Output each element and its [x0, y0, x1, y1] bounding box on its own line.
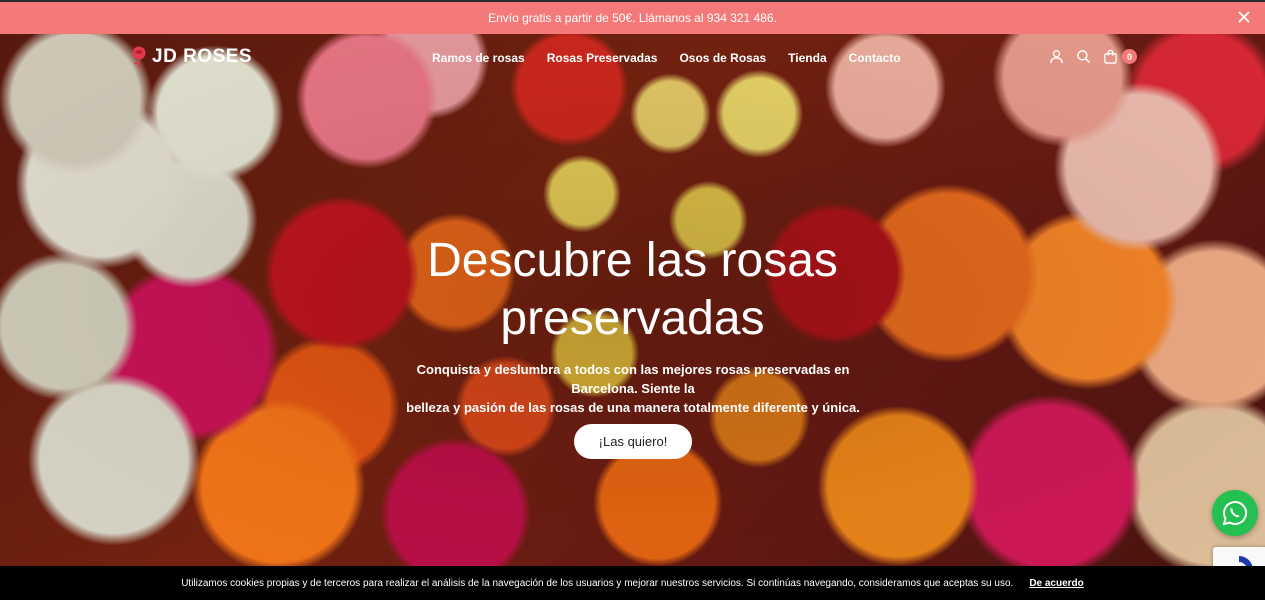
whatsapp-icon	[1222, 500, 1247, 526]
main-nav: Ramos de rosas Rosas Preservadas Osos de…	[432, 51, 901, 65]
announcement-text: Envío gratis a partir de 50€. Llámanos a…	[488, 11, 777, 25]
hero-subtitle: Conquista y deslumbra a todos con las me…	[383, 360, 883, 417]
nav-item-ramos-de-rosas[interactable]: Ramos de rosas	[432, 51, 525, 65]
user-icon[interactable]	[1049, 49, 1064, 64]
hero-subtitle-line2: belleza y pasión de las rosas de una man…	[406, 400, 860, 415]
nav-item-osos-de-rosas[interactable]: Osos de Rosas	[679, 51, 766, 65]
rose-logo-icon	[132, 46, 146, 68]
nav-item-contacto[interactable]: Contacto	[849, 51, 901, 65]
announcement-bar: Envío gratis a partir de 50€. Llámanos a…	[0, 0, 1265, 34]
cookie-accept-link[interactable]: De acuerdo	[1029, 578, 1083, 589]
cta-button[interactable]: ¡Las quiero!	[574, 424, 692, 459]
whatsapp-button[interactable]	[1212, 490, 1258, 536]
site-logo[interactable]: JD ROSES	[130, 45, 252, 69]
logo-text: JD ROSES	[152, 46, 253, 67]
header-actions: 0	[1049, 49, 1137, 64]
cart-count-badge[interactable]: 0	[1122, 49, 1137, 64]
nav-item-rosas-preservadas[interactable]: Rosas Preservadas	[547, 51, 658, 65]
search-icon[interactable]	[1076, 49, 1091, 64]
cart-icon[interactable]	[1103, 49, 1118, 64]
hero-title: Descubre las rosas preservadas	[0, 232, 1265, 348]
close-icon[interactable]	[1237, 10, 1251, 24]
hero-title-line2: preservadas	[500, 292, 765, 345]
hero-title-line1: Descubre las rosas	[427, 234, 838, 287]
site-header: JD ROSES Ramos de rosas Rosas Preservada…	[0, 34, 1265, 82]
cookie-text: Utilizamos cookies propias y de terceros…	[181, 577, 1014, 589]
cookie-bar: Utilizamos cookies propias y de terceros…	[0, 566, 1265, 600]
hero-content: Descubre las rosas preservadas Conquista…	[0, 34, 1265, 566]
nav-item-tienda[interactable]: Tienda	[788, 51, 826, 65]
hero-subtitle-line1: Conquista y deslumbra a todos con las me…	[416, 362, 850, 396]
